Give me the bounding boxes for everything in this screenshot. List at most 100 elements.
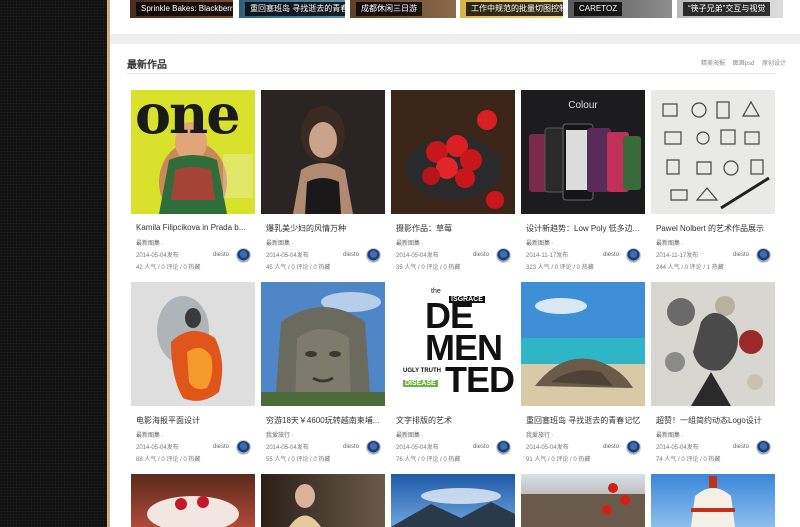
poster-small-text: UGLY TRUTH <box>403 368 442 374</box>
typography-poster-image[interactable]: the ISGRACE DE MEN TED UGLY TRUTH DISEAS… <box>391 282 515 406</box>
card-stats: 74 人气 / 0 评论 / 0 热藏 <box>656 457 721 463</box>
featured-thumb[interactable]: 成都休闲三日游 <box>350 0 456 18</box>
work-card[interactable]: one Kamila Filipcikova in Prada b... 最新图… <box>131 90 255 276</box>
card-category[interactable]: 我爱旅行 · <box>526 430 554 439</box>
card-title[interactable]: 电影海报平面设计 <box>136 415 252 426</box>
card-title[interactable]: 穷游18天￥4600玩转越南柬埔... <box>266 415 382 426</box>
card-stats: 55 人气 / 0 评论 / 0 热藏 <box>266 457 331 463</box>
card-author[interactable]: diesto <box>473 444 489 450</box>
work-card[interactable]: Pawel Nolbert 的艺术作品展示 最新图集 · 2014-11-17发… <box>651 90 775 276</box>
card-date: 2014-05-04发布 <box>526 445 569 451</box>
work-card[interactable]: the ISGRACE DE MEN TED UGLY TRUTH DISEAS… <box>391 282 515 468</box>
card-author[interactable]: diesto <box>213 444 229 450</box>
card-date: 2014-11-17发布 <box>656 253 699 259</box>
featured-thumb[interactable]: Sprinkle Bakes: Blackberry <box>130 0 233 18</box>
work-card[interactable]: 穷游18天￥4600玩转越南柬埔... 我爱旅行 · 2014-05-04发布 … <box>261 282 385 468</box>
card-date: 2014-11-17发布 <box>526 253 569 259</box>
card-category[interactable]: 我爱旅行 · <box>266 430 294 439</box>
featured-thumb[interactable]: “筷子兄弟”交互与视觉 <box>677 0 783 18</box>
card-date: 2014-05-04发布 <box>136 445 179 451</box>
street-market-image[interactable] <box>521 474 645 527</box>
card-title[interactable]: Kamila Filipcikova in Prada b... <box>136 223 252 232</box>
work-card[interactable]: 重回塞班岛 寻找逝去的青春记忆 我爱旅行 · 2014-05-04发布 91 人… <box>521 282 645 468</box>
avatar[interactable] <box>626 248 641 263</box>
card-author[interactable]: diesto <box>343 252 359 258</box>
card-category[interactable]: 最新图集 · <box>136 430 164 439</box>
card-stats: 45 人气 / 0 评论 / 0 热藏 <box>266 265 331 271</box>
poster-word: TED <box>445 359 515 400</box>
work-card[interactable]: 爆乳美少妇的风情万种 最新图集 · 2014-05-04发布 45 人气 / 0… <box>261 90 385 276</box>
card-title[interactable]: 超赞！一组简约动态Logo设计 <box>656 415 772 426</box>
card-title[interactable]: 重回塞班岛 寻找逝去的青春记忆 <box>526 415 642 426</box>
sky-mountain-image[interactable] <box>391 474 515 527</box>
card-title[interactable]: 设计新趋势：Low Poly 低多边... <box>526 223 642 234</box>
card-author[interactable]: diesto <box>733 252 749 258</box>
card-title[interactable]: 摄影作品：草莓 <box>396 223 512 234</box>
collage-art-image[interactable] <box>651 282 775 406</box>
portrait-woman-image[interactable] <box>261 90 385 214</box>
card-author[interactable]: diesto <box>603 252 619 258</box>
avatar[interactable] <box>366 440 381 455</box>
card-stats: 76 人气 / 0 评论 / 0 热藏 <box>396 457 461 463</box>
stone-face-temple-image[interactable] <box>261 282 385 406</box>
colour-label: Colour <box>568 100 598 111</box>
building-dome-image[interactable] <box>651 474 775 527</box>
avatar[interactable] <box>756 248 771 263</box>
card-title[interactable]: 爆乳美少妇的风情万种 <box>266 223 382 234</box>
avatar[interactable] <box>236 440 251 455</box>
phones-colour-image[interactable]: Colour <box>521 90 645 214</box>
featured-caption: “筷子兄弟”交互与视觉 <box>683 2 771 16</box>
sketch-icons-image[interactable] <box>651 90 775 214</box>
card-author[interactable]: diesto <box>343 444 359 450</box>
featured-caption: 重回塞班岛 寻找逝去的青春 <box>245 2 345 16</box>
avatar[interactable] <box>626 440 641 455</box>
card-stats: 88 人气 / 0 评论 / 0 热藏 <box>136 457 201 463</box>
card-category[interactable]: 最新图集 · <box>266 238 294 247</box>
card-category[interactable]: 最新图集 · <box>396 238 424 247</box>
card-date: 2014-05-04发布 <box>656 445 699 451</box>
magazine-cover-image[interactable]: one <box>131 90 255 214</box>
card-author[interactable]: diesto <box>213 252 229 258</box>
card-category[interactable]: 最新图集 · <box>656 238 684 247</box>
section-link[interactable]: 精美海报 <box>701 61 725 67</box>
card-title[interactable]: Pawel Nolbert 的艺术作品展示 <box>656 223 772 234</box>
card-category[interactable]: 最新图集 · <box>526 238 554 247</box>
card-category[interactable]: 最新图集 · <box>396 430 424 439</box>
featured-caption: CARETOZ <box>574 2 623 16</box>
avatar[interactable] <box>496 248 511 263</box>
card-author[interactable]: diesto <box>473 252 489 258</box>
card-date: 2014-05-04发布 <box>266 445 309 451</box>
work-card[interactable]: 超赞！一组简约动态Logo设计 最新图集 · 2014-05-04发布 74 人… <box>651 282 775 468</box>
avatar[interactable] <box>236 248 251 263</box>
woman-bar-image[interactable] <box>261 474 385 527</box>
card-stats: 244 人气 / 0 评论 / 1 热藏 <box>656 265 724 271</box>
featured-thumb[interactable]: CARETOZ <box>568 0 672 18</box>
card-date: 2014-05-04发布 <box>396 445 439 451</box>
card-stats: 42 人气 / 0 评论 / 0 热藏 <box>136 265 201 271</box>
card-date: 2014-05-04发布 <box>266 253 309 259</box>
work-card[interactable]: 摄影作品：草莓 最新图集 · 2014-05-04发布 35 人气 / 0 评论… <box>391 90 515 276</box>
poster-small-text: DISEASE <box>403 380 438 387</box>
card-author[interactable]: diesto <box>603 444 619 450</box>
section-link[interactable]: 图酒psd <box>733 61 755 67</box>
cake-image[interactable] <box>131 474 255 527</box>
card-title[interactable]: 文字排版的艺术 <box>396 415 512 426</box>
section-rule <box>127 73 775 74</box>
work-card[interactable]: 电影海报平面设计 最新图集 · 2014-05-04发布 88 人气 / 0 评… <box>131 282 255 468</box>
section-links: 精美海报 图酒psd 原创设计 <box>695 58 786 67</box>
work-card[interactable]: Colour 设计新趋势：Low Poly 低多边... 最新图集 · 2014… <box>521 90 645 276</box>
avatar[interactable] <box>756 440 771 455</box>
beach-rocks-image[interactable] <box>521 282 645 406</box>
section-link[interactable]: 原创设计 <box>762 61 786 67</box>
featured-thumb[interactable]: 重回塞班岛 寻找逝去的青春 <box>239 0 345 18</box>
section-divider <box>110 34 800 44</box>
fire-poster-image[interactable] <box>131 282 255 406</box>
strawberries-image[interactable] <box>391 90 515 214</box>
avatar[interactable] <box>496 440 511 455</box>
card-category[interactable]: 最新图集 · <box>656 430 684 439</box>
featured-thumb[interactable]: 工作中规范的批量切图控制 <box>460 0 563 18</box>
card-category[interactable]: 最新图集 · <box>136 238 164 247</box>
card-author[interactable]: diesto <box>733 444 749 450</box>
avatar[interactable] <box>366 248 381 263</box>
card-date: 2014-05-04发布 <box>136 253 179 259</box>
